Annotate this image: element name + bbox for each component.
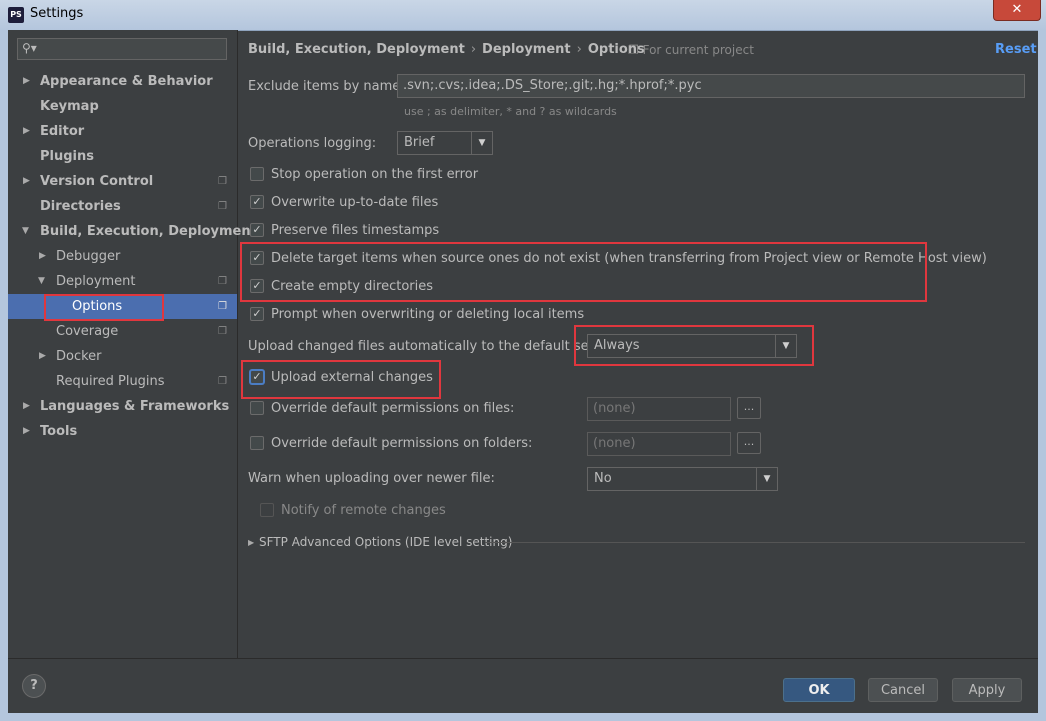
override-files-input: (none) bbox=[587, 397, 731, 421]
override-files-browse-button[interactable]: ... bbox=[737, 397, 761, 419]
override-folders-checkbox[interactable] bbox=[250, 436, 264, 450]
sidebar-item-directories[interactable]: Directories bbox=[40, 194, 121, 219]
warn-newer-value: No bbox=[594, 471, 612, 486]
override-files-checkbox[interactable] bbox=[250, 401, 264, 415]
sidebar-item-plugins[interactable]: Plugins bbox=[40, 144, 94, 169]
chevron-right-icon[interactable]: ▶ bbox=[39, 251, 46, 261]
chevron-right-icon[interactable]: ▶ bbox=[23, 426, 30, 436]
sidebar-item-required-plugins[interactable]: Required Plugins bbox=[56, 369, 165, 394]
prompt-overwrite-checkbox[interactable]: ✓ bbox=[250, 307, 264, 321]
chevron-right-icon[interactable]: ▶ bbox=[248, 538, 254, 547]
prompt-overwrite-label[interactable]: Prompt when overwriting or deleting loca… bbox=[271, 307, 584, 322]
sidebar-item-version-control[interactable]: Version Control bbox=[40, 169, 153, 194]
highlight-box-options bbox=[44, 294, 164, 321]
check-icon: ✓ bbox=[252, 223, 262, 236]
project-scope-icon: ❐ bbox=[218, 301, 227, 312]
preserve-timestamps-checkbox[interactable]: ✓ bbox=[250, 223, 264, 237]
operations-logging-dropdown[interactable]: Brief ▼ bbox=[397, 131, 493, 155]
highlight-box-delete-create bbox=[240, 242, 927, 302]
override-folders-input: (none) bbox=[587, 432, 731, 456]
apply-button[interactable]: Apply bbox=[952, 678, 1022, 702]
sidebar-item-docker[interactable]: Docker bbox=[56, 344, 102, 369]
search-icon: ⚲▾ bbox=[22, 41, 37, 55]
upload-auto-label: Upload changed files automatically to th… bbox=[248, 339, 616, 354]
reset-link[interactable]: Reset bbox=[995, 42, 1037, 57]
notify-remote-label[interactable]: Notify of remote changes bbox=[281, 503, 446, 518]
search-input[interactable]: ⚲▾ bbox=[17, 38, 227, 60]
chevron-right-icon[interactable]: ▶ bbox=[39, 351, 46, 361]
divider bbox=[485, 542, 1025, 543]
override-files-label[interactable]: Override default permissions on files: bbox=[271, 401, 514, 416]
highlight-box-upload-auto bbox=[574, 325, 814, 366]
exclude-items-label: Exclude items by name: bbox=[248, 79, 405, 94]
project-scope-icon: ❐ bbox=[218, 201, 227, 212]
sidebar-item-keymap[interactable]: Keymap bbox=[40, 94, 99, 119]
help-button[interactable]: ? bbox=[22, 674, 46, 698]
breadcrumb: Build, Execution, Deployment › Deployment ›… bbox=[248, 42, 645, 57]
breadcrumb-build[interactable]: Build, Execution, Deployment bbox=[248, 42, 465, 57]
warn-newer-label: Warn when uploading over newer file: bbox=[248, 471, 495, 486]
overwrite-uptodate-label[interactable]: Overwrite up-to-date files bbox=[271, 195, 438, 210]
project-scope-icon: ❐ bbox=[218, 176, 227, 187]
override-folders-browse-button[interactable]: ... bbox=[737, 432, 761, 454]
chevron-down-icon[interactable]: ▼ bbox=[22, 226, 29, 236]
warn-newer-dropdown[interactable]: No ▼ bbox=[587, 467, 778, 491]
highlight-box-upload-external bbox=[241, 360, 441, 399]
chevron-right-icon[interactable]: ▶ bbox=[23, 176, 30, 186]
window-title: Settings bbox=[30, 6, 84, 21]
breadcrumb-separator: › bbox=[576, 42, 582, 57]
operations-logging-value: Brief bbox=[404, 135, 435, 150]
breadcrumb-deployment[interactable]: Deployment bbox=[482, 42, 571, 57]
scope-label: For current project bbox=[642, 43, 754, 57]
notify-remote-checkbox[interactable] bbox=[260, 503, 274, 517]
check-icon: ✓ bbox=[252, 307, 262, 320]
exclude-items-input[interactable]: .svn;.cvs;.idea;.DS_Store;.git;.hg;*.hpr… bbox=[397, 74, 1025, 98]
sidebar-item-tools[interactable]: Tools bbox=[40, 419, 77, 444]
project-scope-icon: ❐ bbox=[218, 326, 227, 337]
chevron-right-icon[interactable]: ▶ bbox=[23, 401, 30, 411]
ok-button[interactable]: OK bbox=[783, 678, 855, 702]
close-button[interactable]: ✕ bbox=[993, 0, 1041, 21]
project-scope-icon: ❐ bbox=[218, 276, 227, 287]
chevron-down-icon: ▼ bbox=[756, 468, 777, 490]
sidebar-item-deployment[interactable]: Deployment bbox=[56, 269, 136, 294]
sftp-advanced-toggle[interactable]: SFTP Advanced Options (IDE level setting… bbox=[259, 535, 512, 549]
breadcrumb-separator: › bbox=[470, 42, 477, 57]
preserve-timestamps-label[interactable]: Preserve files timestamps bbox=[271, 223, 439, 238]
exclude-items-hint: use ; as delimiter, * and ? as wildcards bbox=[404, 105, 617, 118]
sidebar-item-build-execution[interactable]: Build, Execution, Deployment bbox=[40, 219, 257, 244]
override-folders-label[interactable]: Override default permissions on folders: bbox=[271, 436, 532, 451]
cancel-button[interactable]: Cancel bbox=[868, 678, 938, 702]
sidebar-item-coverage[interactable]: Coverage bbox=[56, 319, 118, 344]
sidebar-item-editor[interactable]: Editor bbox=[40, 119, 84, 144]
sidebar-item-languages[interactable]: Languages & Frameworks bbox=[40, 394, 229, 419]
chevron-down-icon[interactable]: ▼ bbox=[38, 276, 45, 286]
check-icon: ✓ bbox=[252, 195, 262, 208]
sidebar-item-appearance[interactable]: Appearance & Behavior bbox=[40, 69, 213, 94]
chevron-right-icon[interactable]: ▶ bbox=[23, 126, 30, 136]
stop-on-error-label[interactable]: Stop operation on the first error bbox=[271, 167, 478, 182]
stop-on-error-checkbox[interactable] bbox=[250, 167, 264, 181]
app-logo-icon: PS bbox=[8, 7, 24, 23]
project-scope-icon: ❐ bbox=[628, 43, 639, 57]
title-bar bbox=[0, 0, 1046, 31]
project-scope-icon: ❐ bbox=[218, 376, 227, 387]
overwrite-uptodate-checkbox[interactable]: ✓ bbox=[250, 195, 264, 209]
scope-indicator: ❐ For current project bbox=[628, 43, 754, 57]
sidebar-item-debugger[interactable]: Debugger bbox=[56, 244, 120, 269]
operations-logging-label: Operations logging: bbox=[248, 136, 377, 151]
chevron-right-icon[interactable]: ▶ bbox=[23, 76, 30, 86]
chevron-down-icon: ▼ bbox=[471, 132, 492, 154]
